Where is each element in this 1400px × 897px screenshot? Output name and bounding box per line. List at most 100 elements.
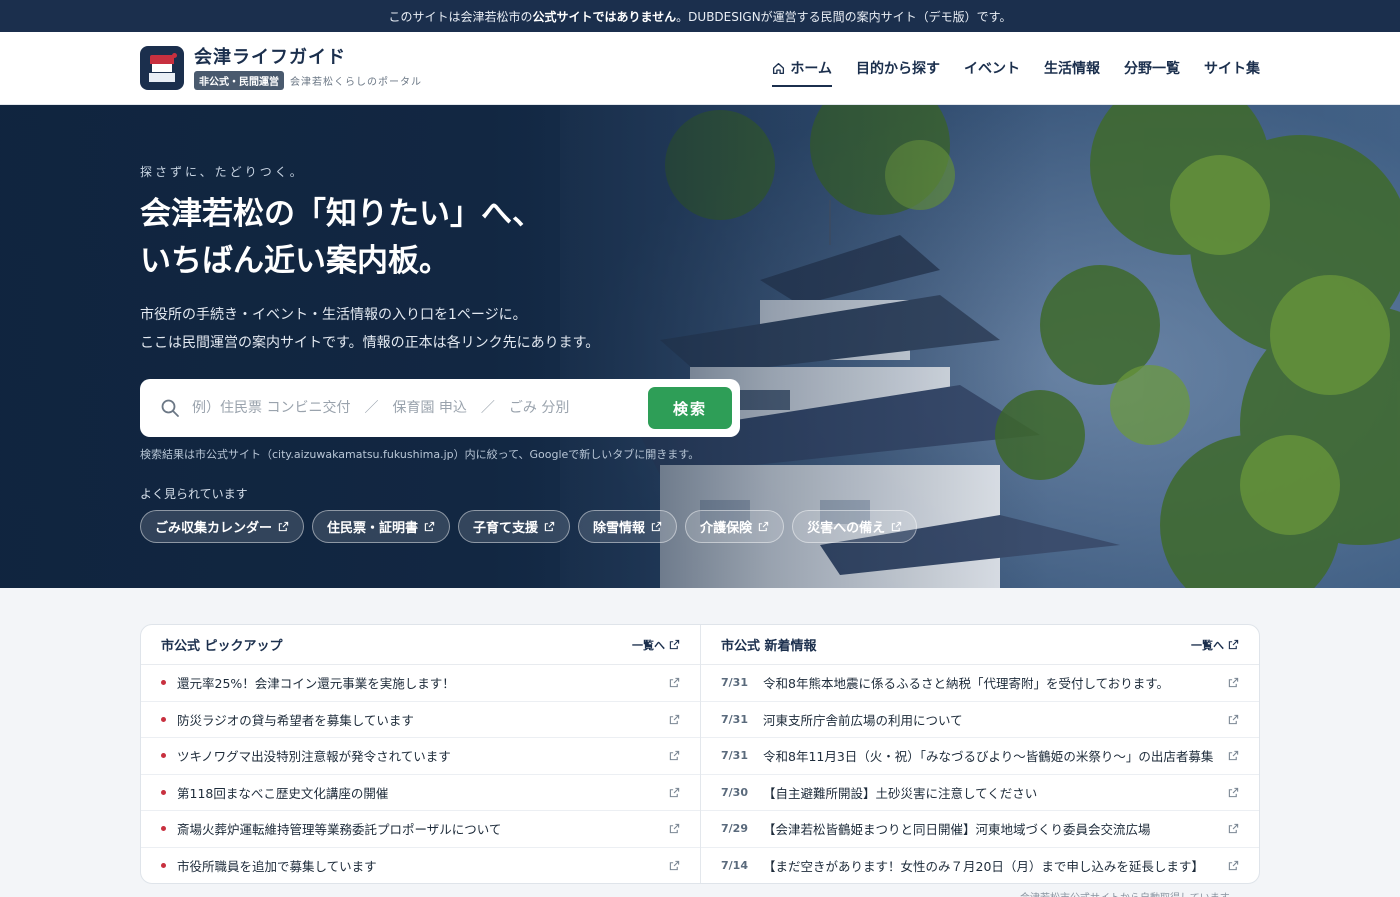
chip-label: 災害への備え: [807, 521, 886, 536]
external-link-icon: [669, 714, 680, 724]
popular-label: よく見られています: [140, 487, 248, 501]
news-list: 7/31 令和8年熊本地震に係るふるさと納税「代理寄附」を受付しております。 7/3…: [701, 665, 1259, 884]
news-column: 市公式 新着情報 一覧へ 7/31 令和8年熊本地震に係るふるさと納税「代理寄附」…: [700, 625, 1259, 883]
pickup-item[interactable]: 斎場火葬炉運転維持管理等業務委託プロポーザルについて: [141, 811, 700, 848]
nav-search-by-purpose[interactable]: 目的から探す: [856, 32, 940, 104]
search-input[interactable]: [192, 400, 648, 416]
news-title: 市公式 新着情報: [721, 639, 817, 654]
news-item-text: 令和8年11月3日（火・祝）「みなづるびより～皆鶴姫の米祭り～」の出店者募集: [763, 749, 1214, 765]
disclaimer-text-post: 。DUBDESIGNが運営する民間の案内サイト（デモ版）です。: [676, 9, 1012, 24]
red-dot-icon: [161, 826, 166, 832]
external-link-icon: [669, 678, 680, 688]
external-link-icon: [1228, 787, 1239, 797]
official-info-panel: 市公式 ピックアップ 一覧へ 還元率25%！会津コイン還元事業を実施します！ 防災…: [140, 624, 1260, 884]
disclaimer-bar: このサイトは会津若松市の 公式サイトではありません 。DUBDESIGNが運営す…: [0, 0, 1400, 32]
external-link-icon: [278, 521, 289, 532]
chip-childcare-support[interactable]: 子育て支援: [458, 510, 571, 543]
pickup-item-text: 斎場火葬炉運転維持管理等業務委託プロポーザルについて: [177, 822, 502, 838]
nav-categories[interactable]: 分野一覧: [1124, 32, 1180, 104]
hero-title-line2: いちばん近い案内板。: [140, 243, 450, 279]
pickup-item-text: 防災ラジオの貸与希望者を募集しています: [177, 712, 414, 728]
external-link-icon: [1228, 861, 1239, 871]
hero-title-line1: 会津若松の「知りたい」へ、: [140, 196, 543, 232]
pickup-item[interactable]: 防災ラジオの貸与希望者を募集しています: [141, 702, 700, 738]
search-button[interactable]: 検索: [648, 387, 732, 429]
pickup-item[interactable]: 第118回まなべこ歴史文化講座の開催: [141, 775, 700, 811]
news-date: 7/30: [721, 785, 748, 799]
chip-snow-removal[interactable]: 除雪情報: [578, 510, 678, 543]
external-link-icon: [1228, 824, 1239, 834]
pickup-item[interactable]: 還元率25%！会津コイン還元事業を実施します！: [141, 665, 700, 702]
external-link-icon: [651, 521, 662, 532]
external-link-icon: [669, 787, 680, 797]
external-link-icon: [1228, 639, 1239, 650]
external-link-icon: [669, 639, 680, 650]
site-tagline: 会津若松くらしのポータル: [290, 76, 422, 88]
search-icon: [161, 399, 179, 417]
chip-label: 除雪情報: [593, 521, 646, 536]
castle-logo-icon: [140, 46, 184, 90]
external-link-icon: [758, 521, 769, 532]
news-item[interactable]: 7/14 【まだ空きがあります！女性のみ７月20日（月）まで申し込みを延長します】: [701, 848, 1259, 884]
news-item-text: 河東支所庁舎前広場の利用について: [763, 712, 963, 728]
pickup-item-text: 還元率25%！会津コイン還元事業を実施します！: [177, 676, 455, 692]
disclaimer-text-bold: 公式サイトではありません: [532, 9, 677, 24]
external-link-icon: [544, 521, 555, 532]
nav-label: ホーム: [790, 61, 832, 77]
chip-care-insurance[interactable]: 介護保険: [685, 510, 785, 543]
chip-garbage-calendar[interactable]: ごみ収集カレンダー: [140, 510, 305, 543]
news-date: 7/29: [721, 822, 748, 836]
search-note: 検索結果は市公式サイト（city.aizuwakamatsu.fukushima…: [140, 448, 700, 461]
pickup-item[interactable]: ツキノワグマ出没特別注意報が発令されています: [141, 738, 700, 775]
hero-eyebrow: 探さずに、たどりつく。: [140, 165, 305, 179]
home-icon: [773, 62, 785, 74]
news-date: 7/31: [721, 749, 748, 763]
news-item-text: 【自主避難所開設】土砂災害に注意してください: [763, 785, 1038, 801]
main-nav: ホーム 目的から探す イベント 生活情報 分野一覧 サイト集: [772, 32, 1260, 104]
news-date: 7/14: [721, 859, 748, 873]
disclaimer-text-pre: このサイトは会津若松市の: [388, 9, 533, 24]
site-title: 会津ライフガイド: [194, 46, 346, 68]
red-dot-icon: [161, 753, 166, 759]
auto-fetch-note: 会津若松市公式サイトから自動取得しています: [1020, 889, 1230, 897]
hero-description: 市役所の手続き・イベント・生活情報の入り口を1ページに。 ここは民間運営の案内サ…: [140, 301, 599, 357]
news-date: 7/31: [721, 712, 748, 726]
pickup-more-link[interactable]: 一覧へ: [632, 637, 680, 653]
news-item[interactable]: 7/30 【自主避難所開設】土砂災害に注意してください: [701, 775, 1259, 811]
hero-desc-line1: 市役所の手続き・イベント・生活情報の入り口を1ページに。: [140, 307, 527, 323]
external-link-icon: [669, 824, 680, 834]
chip-label: 住民票・証明書: [327, 521, 419, 536]
news-item[interactable]: 7/29 【会津若松皆鶴姫まつりと同日開催】河東地域づくり委員会交流広場: [701, 811, 1259, 848]
more-label: 一覧へ: [632, 638, 665, 652]
brand-link[interactable]: 会津ライフガイド 非公式・民間運営 会津若松くらしのポータル: [140, 46, 422, 90]
chip-label: 介護保険: [700, 521, 753, 536]
nav-living-info[interactable]: 生活情報: [1044, 32, 1100, 104]
pickup-list: 還元率25%！会津コイン還元事業を実施します！ 防災ラジオの貸与希望者を募集してい…: [141, 665, 700, 884]
chip-disaster-prep[interactable]: 災害への備え: [792, 510, 918, 543]
pickup-item-text: ツキノワグマ出没特別注意報が発令されています: [177, 749, 451, 765]
external-link-icon: [669, 861, 680, 871]
news-more-link[interactable]: 一覧へ: [1191, 637, 1239, 653]
red-dot-icon: [161, 680, 166, 686]
site-header: 会津ライフガイド 非公式・民間運営 会津若松くらしのポータル ホーム 目的から探…: [0, 32, 1400, 105]
hero-desc-line2: ここは民間運営の案内サイトです。情報の正本は各リンク先にあります。: [140, 335, 600, 351]
site-search-form: 検索: [140, 379, 740, 437]
external-link-icon: [1228, 714, 1239, 724]
news-item[interactable]: 7/31 令和8年熊本地震に係るふるさと納税「代理寄附」を受付しております。: [701, 665, 1259, 702]
red-dot-icon: [161, 863, 166, 869]
external-link-icon: [669, 751, 680, 761]
pickup-item-text: 市役所職員を追加で募集しています: [177, 859, 377, 875]
pickup-column: 市公式 ピックアップ 一覧へ 還元率25%！会津コイン還元事業を実施します！ 防災…: [141, 625, 700, 883]
nav-home[interactable]: ホーム: [772, 32, 832, 104]
external-link-icon: [1228, 678, 1239, 688]
nav-site-links[interactable]: サイト集: [1204, 32, 1260, 104]
news-item[interactable]: 7/31 河東支所庁舎前広場の利用について: [701, 702, 1259, 738]
news-item[interactable]: 7/31 令和8年11月3日（火・祝）「みなづるびより～皆鶴姫の米祭り～」の出店者…: [701, 738, 1259, 775]
nav-events[interactable]: イベント: [964, 32, 1020, 104]
hero-title: 会津若松の「知りたい」へ、 いちばん近い案内板。: [140, 191, 543, 285]
pickup-item[interactable]: 市役所職員を追加で募集しています: [141, 848, 700, 884]
news-date: 7/31: [721, 676, 748, 690]
pickup-title: 市公式 ピックアップ: [161, 639, 283, 654]
chip-resident-certificate[interactable]: 住民票・証明書: [312, 510, 451, 543]
news-item-text: 【まだ空きがあります！女性のみ７月20日（月）まで申し込みを延長します】: [763, 859, 1204, 875]
